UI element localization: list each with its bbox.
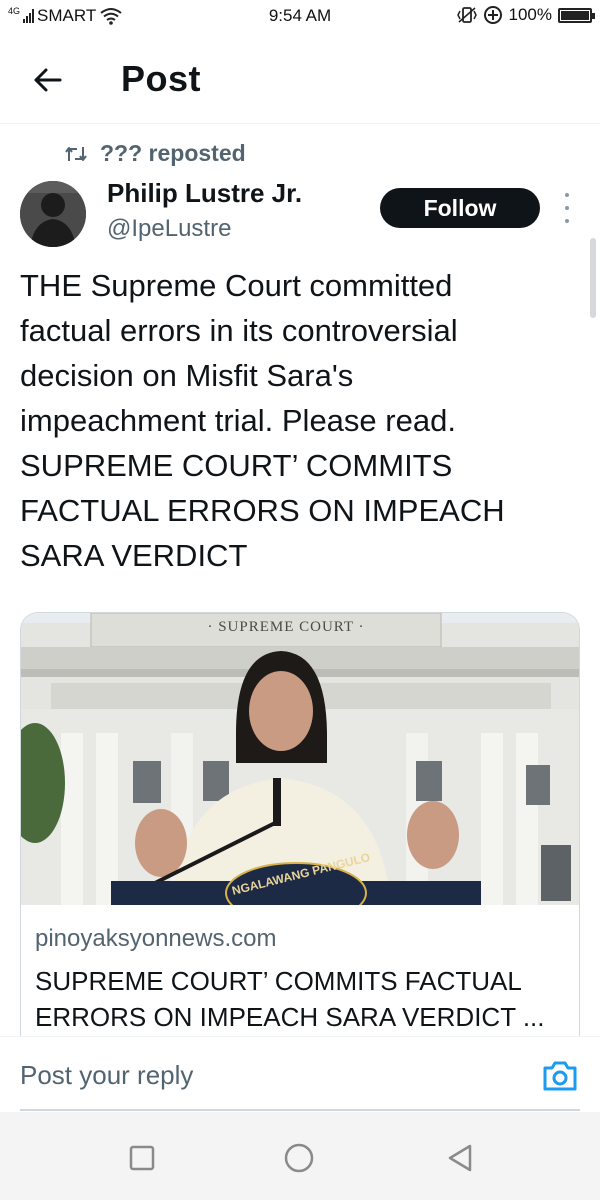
reply-underline: [20, 1109, 580, 1111]
repost-label: ??? reposted: [100, 140, 246, 166]
data-saver-icon: [483, 6, 502, 24]
camera-icon: [543, 1061, 577, 1091]
page-title: Post: [121, 58, 202, 99]
repost-indicator[interactable]: ??? reposted: [64, 140, 246, 167]
reply-bar: [0, 1036, 600, 1112]
back-button[interactable]: [28, 60, 68, 100]
system-nav-bar: [0, 1112, 600, 1200]
triangle-back-icon: [448, 1144, 472, 1172]
post-text: THE Supreme Court committed factual erro…: [20, 268, 505, 573]
avatar[interactable]: [20, 181, 86, 247]
home-button[interactable]: [283, 1142, 315, 1174]
system-back-button[interactable]: [444, 1142, 476, 1174]
battery-percent: 100%: [508, 5, 552, 24]
reply-input[interactable]: [20, 1055, 520, 1095]
author-handle[interactable]: @IpeLustre: [107, 215, 231, 243]
link-card-image: [21, 613, 579, 905]
follow-button[interactable]: Follow: [380, 188, 540, 228]
more-options-button[interactable]: [558, 193, 576, 223]
status-bar: 4G SMART 9:54 AM 100%: [0, 0, 600, 32]
vibrate-icon: [456, 7, 477, 23]
battery-icon: [558, 7, 595, 23]
recents-button[interactable]: [126, 1142, 158, 1174]
link-card-title: SUPREME COURT’ COMMITS FACTUAL ERRORS ON…: [35, 966, 545, 1032]
scrollbar-thumb[interactable]: [590, 238, 596, 318]
top-app-bar: Post: [0, 32, 600, 124]
author-name[interactable]: Philip Lustre Jr.: [107, 178, 302, 209]
link-card-domain: pinoyaksyonnews.com: [35, 925, 277, 952]
camera-button[interactable]: [541, 1059, 579, 1093]
status-right: 100%: [456, 5, 595, 25]
square-icon: [129, 1145, 155, 1171]
more-vertical-icon: [565, 193, 569, 197]
link-card[interactable]: · SUPREME COURT · NGALAWANG PANGULO pino…: [20, 612, 580, 1052]
repost-icon: [65, 146, 87, 161]
arrow-left-icon: [34, 68, 62, 92]
image-sign-text: · SUPREME COURT ·: [207, 619, 365, 635]
circle-icon: [284, 1143, 314, 1173]
avatar-photo: [20, 181, 86, 247]
